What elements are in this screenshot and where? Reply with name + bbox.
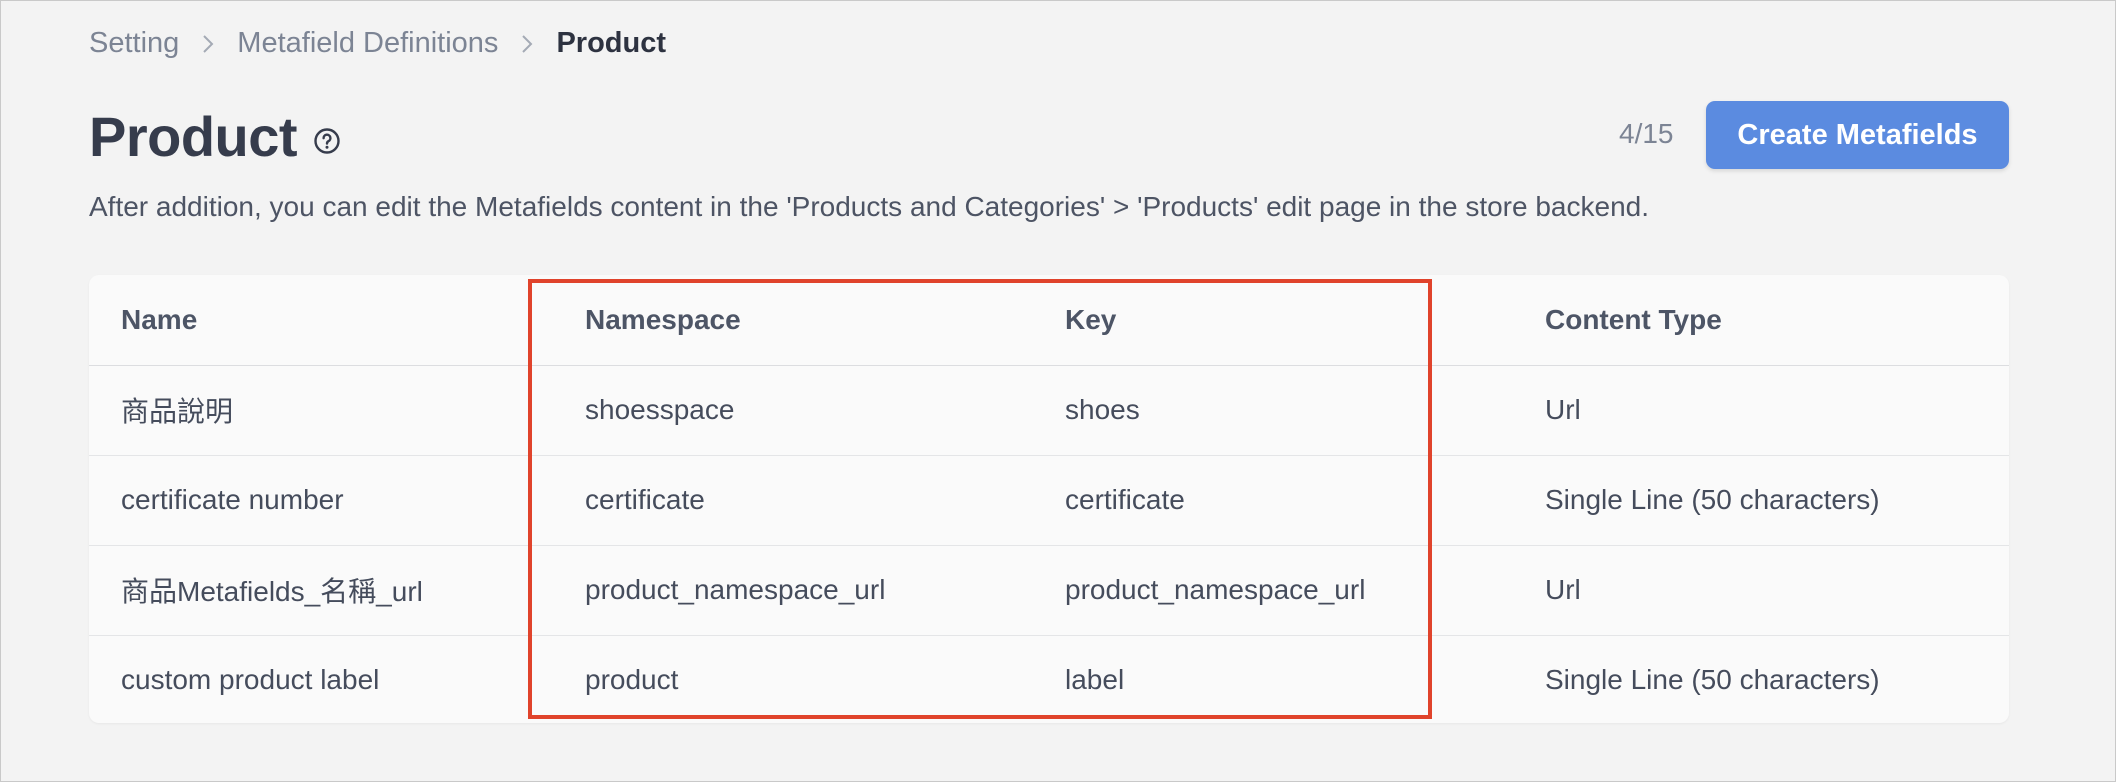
chevron-right-icon [201, 33, 215, 55]
cell-content-type: Single Line (50 characters) [1545, 484, 1880, 515]
cell-namespace: certificate [585, 484, 705, 515]
cell-name: custom product label [121, 664, 380, 695]
cell-content-type: Url [1545, 394, 1581, 425]
cell-key: label [1065, 664, 1125, 695]
column-header-content-type: Content Type [1545, 304, 1722, 335]
metafields-table: Name Namespace Key Content Type 商品說明 sho… [89, 275, 2009, 723]
cell-key: shoes [1065, 394, 1140, 425]
question-circle-icon[interactable] [313, 127, 341, 155]
column-header-name: Name [121, 304, 198, 335]
table-row[interactable]: 商品說明 shoesspace shoes Url [89, 365, 2009, 456]
cell-content-type: Single Line (50 characters) [1545, 664, 1880, 695]
table-row[interactable]: certificate number certificate certifica… [89, 455, 2009, 546]
cell-namespace: product [585, 664, 679, 695]
cell-name: 商品Metafields_名稱_url [121, 576, 423, 607]
chevron-right-icon [520, 33, 534, 55]
column-header-namespace: Namespace [585, 304, 741, 335]
cell-key: certificate [1065, 484, 1185, 515]
cell-namespace: shoesspace [585, 394, 735, 425]
column-header-key: Key [1065, 304, 1117, 335]
cell-namespace: product_namespace_url [585, 574, 886, 605]
page-title: Product [89, 105, 298, 168]
breadcrumb: Setting Metafield Definitions Product [89, 27, 666, 60]
table-row[interactable]: custom product label product label Singl… [89, 635, 2009, 723]
metafield-count: 4/15 [1619, 118, 1674, 149]
cell-name: certificate number [121, 484, 344, 515]
cell-key: product_namespace_url [1065, 574, 1366, 605]
cell-name: 商品說明 [121, 396, 234, 427]
table-header-row: Name Namespace Key Content Type [89, 275, 2009, 366]
breadcrumb-item-setting[interactable]: Setting [89, 27, 179, 60]
breadcrumb-item-metafield-definitions[interactable]: Metafield Definitions [237, 27, 498, 60]
cell-content-type: Url [1545, 574, 1581, 605]
create-metafields-button[interactable]: Create Metafields [1706, 101, 2009, 169]
table-row[interactable]: 商品Metafields_名稱_url product_namespace_ur… [89, 545, 2009, 636]
page-header: Product [89, 101, 341, 173]
breadcrumb-current: Product [556, 27, 666, 59]
page-description: After addition, you can edit the Metafie… [89, 191, 1650, 222]
